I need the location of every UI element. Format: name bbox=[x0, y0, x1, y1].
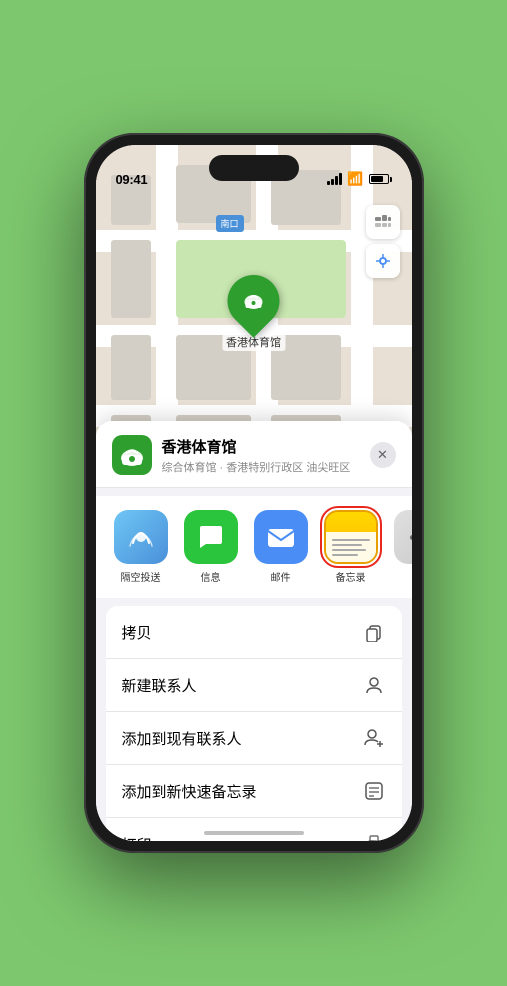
action-list: 拷贝 新建联系人 bbox=[106, 606, 402, 841]
airdrop-icon bbox=[114, 510, 168, 564]
phone-frame: 09:41 📶 bbox=[84, 133, 424, 853]
venue-icon bbox=[112, 435, 152, 475]
map-controls bbox=[366, 205, 400, 278]
mail-label: 邮件 bbox=[271, 569, 291, 584]
notes-label: 备忘录 bbox=[336, 569, 366, 584]
bottom-sheet: 香港体育馆 综合体育馆 · 香港特别行政区 油尖旺区 ✕ bbox=[96, 421, 412, 841]
person-icon bbox=[362, 673, 386, 697]
signal-icon bbox=[327, 173, 342, 185]
copy-label: 拷贝 bbox=[122, 622, 152, 643]
phone-screen: 09:41 📶 bbox=[96, 145, 412, 841]
note-icon bbox=[362, 779, 386, 803]
action-new-contact[interactable]: 新建联系人 bbox=[106, 659, 402, 712]
airdrop-label: 隔空投送 bbox=[121, 569, 161, 584]
share-mail[interactable]: 邮件 bbox=[252, 510, 310, 584]
sheet-header: 香港体育馆 综合体育馆 · 香港特别行政区 油尖旺区 ✕ bbox=[96, 421, 412, 488]
action-print[interactable]: 打印 bbox=[106, 818, 402, 841]
venue-name: 香港体育馆 bbox=[162, 436, 360, 457]
status-time: 09:41 bbox=[116, 172, 148, 187]
print-icon bbox=[362, 832, 386, 841]
map-type-button[interactable] bbox=[366, 205, 400, 239]
print-label: 打印 bbox=[122, 834, 152, 842]
battery-icon bbox=[369, 174, 392, 184]
venue-sub: 综合体育馆 · 香港特别行政区 油尖旺区 bbox=[162, 459, 360, 475]
dynamic-island bbox=[209, 155, 299, 181]
notes-icon bbox=[324, 510, 378, 564]
map-station-label: 南口 bbox=[216, 215, 244, 232]
copy-icon bbox=[362, 620, 386, 644]
action-quick-note[interactable]: 添加到新快速备忘录 bbox=[106, 765, 402, 818]
close-button[interactable]: ✕ bbox=[370, 442, 396, 468]
mail-icon bbox=[254, 510, 308, 564]
share-airdrop[interactable]: 隔空投送 bbox=[112, 510, 170, 584]
location-button[interactable] bbox=[366, 244, 400, 278]
share-notes[interactable]: 备忘录 bbox=[322, 510, 380, 584]
map-pin: 香港体育馆 bbox=[222, 275, 285, 351]
home-indicator bbox=[204, 831, 304, 835]
share-row: 隔空投送 信息 bbox=[96, 496, 412, 598]
status-icons: 📶 bbox=[327, 171, 391, 187]
wifi-icon: 📶 bbox=[347, 171, 363, 187]
action-copy[interactable]: 拷贝 bbox=[106, 606, 402, 659]
person-add-icon bbox=[362, 726, 386, 750]
messages-label: 信息 bbox=[201, 569, 221, 584]
add-contact-label: 添加到现有联系人 bbox=[122, 728, 242, 749]
venue-info: 香港体育馆 综合体育馆 · 香港特别行政区 油尖旺区 bbox=[162, 436, 360, 475]
more-icon bbox=[394, 510, 412, 564]
action-add-contact[interactable]: 添加到现有联系人 bbox=[106, 712, 402, 765]
share-messages[interactable]: 信息 bbox=[182, 510, 240, 584]
messages-icon bbox=[184, 510, 238, 564]
share-more[interactable]: 提 bbox=[392, 510, 412, 584]
quick-note-label: 添加到新快速备忘录 bbox=[122, 781, 257, 802]
new-contact-label: 新建联系人 bbox=[122, 675, 197, 696]
